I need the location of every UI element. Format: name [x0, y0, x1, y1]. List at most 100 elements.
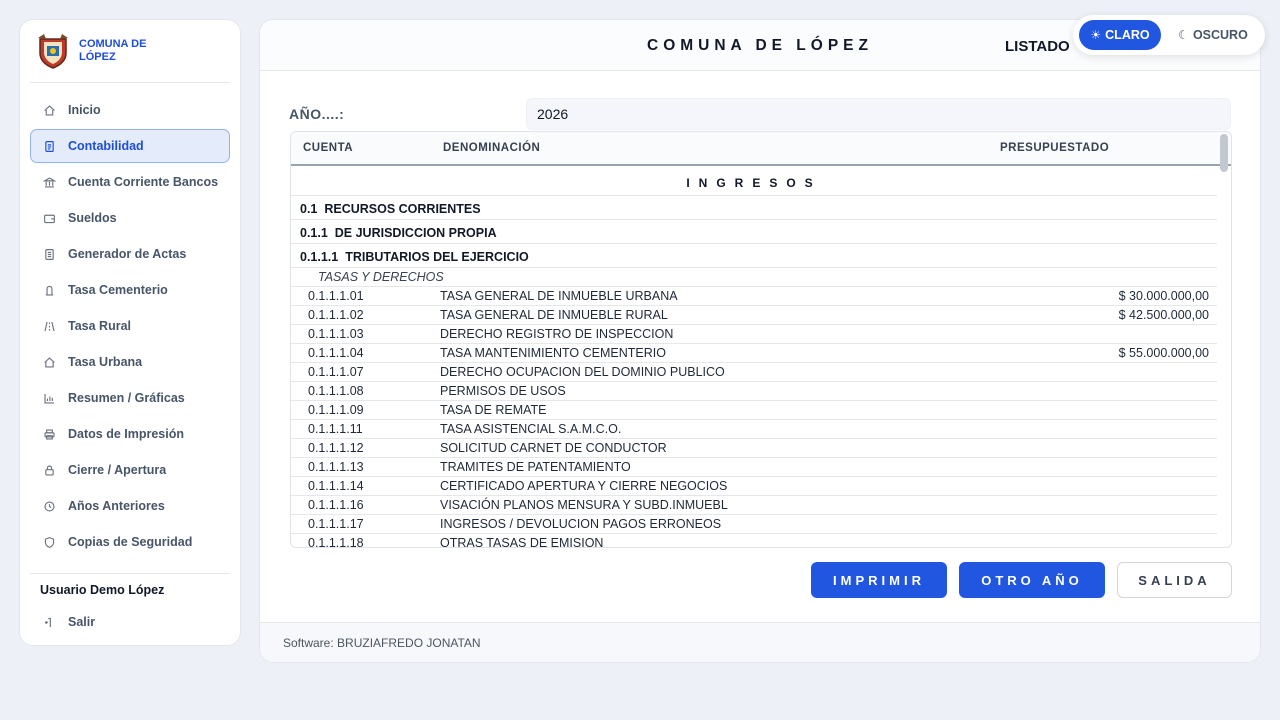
sidebar-item-sueldos[interactable]: Sueldos	[30, 201, 230, 235]
table-row[interactable]: 0.1.1.1.01 TASA GENERAL DE INMUEBLE URBAN…	[291, 287, 1217, 306]
sidebar-nav: Inicio Contabilidad Cuenta Corriente Ban…	[20, 93, 240, 559]
sidebar-item-label: Generador de Actas	[68, 247, 187, 261]
sidebar-item-cierre-apertura[interactable]: Cierre / Apertura	[30, 453, 230, 487]
sidebar-item-cuenta-corriente-bancos[interactable]: Cuenta Corriente Bancos	[30, 165, 230, 199]
table-row[interactable]: 0.1.1.1.03 DERECHO REGISTRO DE INSPECCION	[291, 325, 1217, 344]
user-name: Usuario Demo López	[40, 583, 165, 597]
theme-oscuro-label: OSCURO	[1192, 28, 1248, 42]
section-row: INGRESOS	[291, 166, 1217, 196]
sidebar-item-label: Inicio	[68, 103, 101, 117]
clock-icon	[42, 499, 56, 513]
home-icon	[42, 103, 56, 117]
account-name: INGRESOS / DEVOLUCION PAGOS ERRONEOS	[440, 517, 722, 531]
theme-toggle: ☀ CLARO ☾ OSCURO	[1073, 15, 1265, 55]
sun-icon: ☀	[1090, 28, 1102, 42]
table-row[interactable]: 0.1.1.1.16 VISACIÓN PLANOS MENSURA Y SUBD…	[291, 496, 1217, 515]
chart-icon	[42, 391, 56, 405]
group-label: 0.1.1 DE JURISDICCION PROPIA	[300, 226, 497, 240]
theme-oscuro-button[interactable]: ☾ OSCURO	[1169, 20, 1257, 50]
account-name: TASA GENERAL DE INMUEBLE URBANA	[440, 289, 678, 303]
sidebar-item-label: Años Anteriores	[68, 499, 165, 513]
logout-label: Salir	[68, 615, 96, 629]
table-row[interactable]: 0.1.1.1.11 TASA ASISTENCIAL S.A.M.C.O.	[291, 420, 1217, 439]
budget-table: CUENTA DENOMINACIÓN PRESUPUESTADO INGRES…	[290, 131, 1232, 548]
account-code: 0.1.1.1.11	[308, 422, 363, 436]
imprimir-button[interactable]: IMPRIMIR	[811, 562, 947, 598]
account-code: 0.1.1.1.13	[308, 460, 364, 474]
account-code: 0.1.1.1.03	[308, 327, 364, 341]
footer: Software: BRUZIAFREDO JONATAN	[260, 622, 1260, 662]
sidebar-item-datos-de-impresion[interactable]: Datos de Impresión	[30, 417, 230, 451]
account-code: 0.1.1.1.01	[308, 289, 364, 303]
account-name: PERMISOS DE USOS	[440, 384, 566, 398]
group-row[interactable]: 0.1.1.1 TRIBUTARIOS DEL EJERCICIO	[291, 244, 1217, 268]
lock-icon	[42, 463, 56, 477]
account-name: TRAMITES DE PATENTAMIENTO	[440, 460, 631, 474]
year-label: AÑO....:	[289, 106, 345, 122]
logout-button[interactable]: Salir	[30, 605, 230, 639]
account-name: TASA DE REMATE	[440, 403, 547, 417]
account-code: 0.1.1.1.04	[308, 346, 364, 360]
sidebar-item-label: Tasa Rural	[68, 319, 131, 333]
sidebar-item-anios-anteriores[interactable]: Años Anteriores	[30, 489, 230, 523]
sidebar-item-contabilidad[interactable]: Contabilidad	[30, 129, 230, 163]
table-row[interactable]: 0.1.1.1.08 PERMISOS DE USOS	[291, 382, 1217, 401]
sidebar-item-copias-de-seguridad[interactable]: Copias de Seguridad	[30, 525, 230, 559]
divider	[30, 573, 230, 574]
table-row[interactable]: 0.1.1.1.04 TASA MANTENIMIENTO CEMENTERIO $…	[291, 344, 1217, 363]
table-row[interactable]: 0.1.1.1.07 DERECHO OCUPACION DEL DOMINIO …	[291, 363, 1217, 382]
shield-icon	[42, 535, 56, 549]
sidebar-item-generador-de-actas[interactable]: Generador de Actas	[30, 237, 230, 271]
footer-credit: Software: BRUZIAFREDO JONATAN	[283, 636, 481, 650]
sidebar-item-label: Cuenta Corriente Bancos	[68, 175, 219, 189]
table-row[interactable]: 0.1.1.1.18 OTRAS TASAS DE EMISION	[291, 534, 1217, 547]
sidebar-item-inicio[interactable]: Inicio	[30, 93, 230, 127]
printer-icon	[42, 427, 56, 441]
sidebar-item-tasa-urbana[interactable]: Tasa Urbana	[30, 345, 230, 379]
moon-icon: ☾	[1178, 28, 1189, 42]
logout-icon	[42, 615, 56, 629]
house-icon	[42, 355, 56, 369]
account-name: VISACIÓN PLANOS MENSURA Y SUBD.INMUEBL	[440, 498, 728, 512]
account-name: TASA GENERAL DE INMUEBLE RURAL	[440, 308, 668, 322]
account-name: TASA MANTENIMIENTO CEMENTERIO	[440, 346, 666, 360]
sidebar-item-tasa-cementerio[interactable]: Tasa Cementerio	[30, 273, 230, 307]
table-row[interactable]: 0.1.1.1.09 TASA DE REMATE	[291, 401, 1217, 420]
sidebar-item-label: Cierre / Apertura	[68, 463, 167, 477]
account-code: 0.1.1.1.07	[308, 365, 364, 379]
theme-claro-label: CLARO	[1105, 28, 1150, 42]
group-row[interactable]: 0.1.1 DE JURISDICCION PROPIA	[291, 220, 1217, 244]
document-icon	[42, 139, 56, 153]
table-scrollbar[interactable]	[1220, 134, 1228, 172]
sidebar-item-tasa-rural[interactable]: Tasa Rural	[30, 309, 230, 343]
table-row[interactable]: 0.1.1.1.02 TASA GENERAL DE INMUEBLE RURAL…	[291, 306, 1217, 325]
sidebar: COMUNA DE LÓPEZ Inicio Contabilidad Cuen…	[19, 19, 241, 646]
account-code: 0.1.1.1.12	[308, 441, 364, 455]
account-name: DERECHO REGISTRO DE INSPECCION	[440, 327, 674, 341]
tombstone-icon	[42, 283, 56, 297]
sidebar-item-label: Tasa Cementerio	[68, 283, 168, 297]
salida-button[interactable]: SALIDA	[1117, 562, 1232, 598]
account-name: DERECHO OCUPACION DEL DOMINIO PUBLICO	[440, 365, 725, 379]
year-input[interactable]	[526, 98, 1231, 130]
otro-anio-button[interactable]: OTRO AÑO	[959, 562, 1105, 598]
table-row[interactable]: 0.1.1.1.13 TRAMITES DE PATENTAMIENTO	[291, 458, 1217, 477]
theme-claro-button[interactable]: ☀ CLARO	[1079, 20, 1161, 50]
section-title: INGRESOS	[686, 176, 822, 190]
column-header-presupuestado: PRESUPUESTADO	[1000, 142, 1110, 154]
table-row[interactable]: 0.1.1.1.17 INGRESOS / DEVOLUCION PAGOS ER…	[291, 515, 1217, 534]
sidebar-item-label: Copias de Seguridad	[68, 535, 193, 549]
table-header: CUENTA DENOMINACIÓN PRESUPUESTADO	[291, 132, 1231, 166]
group-label: 0.1.1.1 TRIBUTARIOS DEL EJERCICIO	[300, 250, 529, 264]
group-label: 0.1 RECURSOS CORRIENTES	[300, 202, 481, 216]
sidebar-item-resumen-graficas[interactable]: Resumen / Gráficas	[30, 381, 230, 415]
file-icon	[42, 247, 56, 261]
table-row[interactable]: 0.1.1.1.14 CERTIFICADO APERTURA Y CIERRE …	[291, 477, 1217, 496]
brand-name: COMUNA DE LÓPEZ	[79, 38, 147, 63]
account-code: 0.1.1.1.14	[308, 479, 364, 493]
sidebar-item-label: Datos de Impresión	[68, 427, 184, 441]
table-row[interactable]: 0.1.1.1.12 SOLICITUD CARNET DE CONDUCTOR	[291, 439, 1217, 458]
group-row[interactable]: 0.1 RECURSOS CORRIENTES	[291, 196, 1217, 220]
year-row: AÑO....:	[289, 98, 1231, 130]
account-name: SOLICITUD CARNET DE CONDUCTOR	[440, 441, 667, 455]
